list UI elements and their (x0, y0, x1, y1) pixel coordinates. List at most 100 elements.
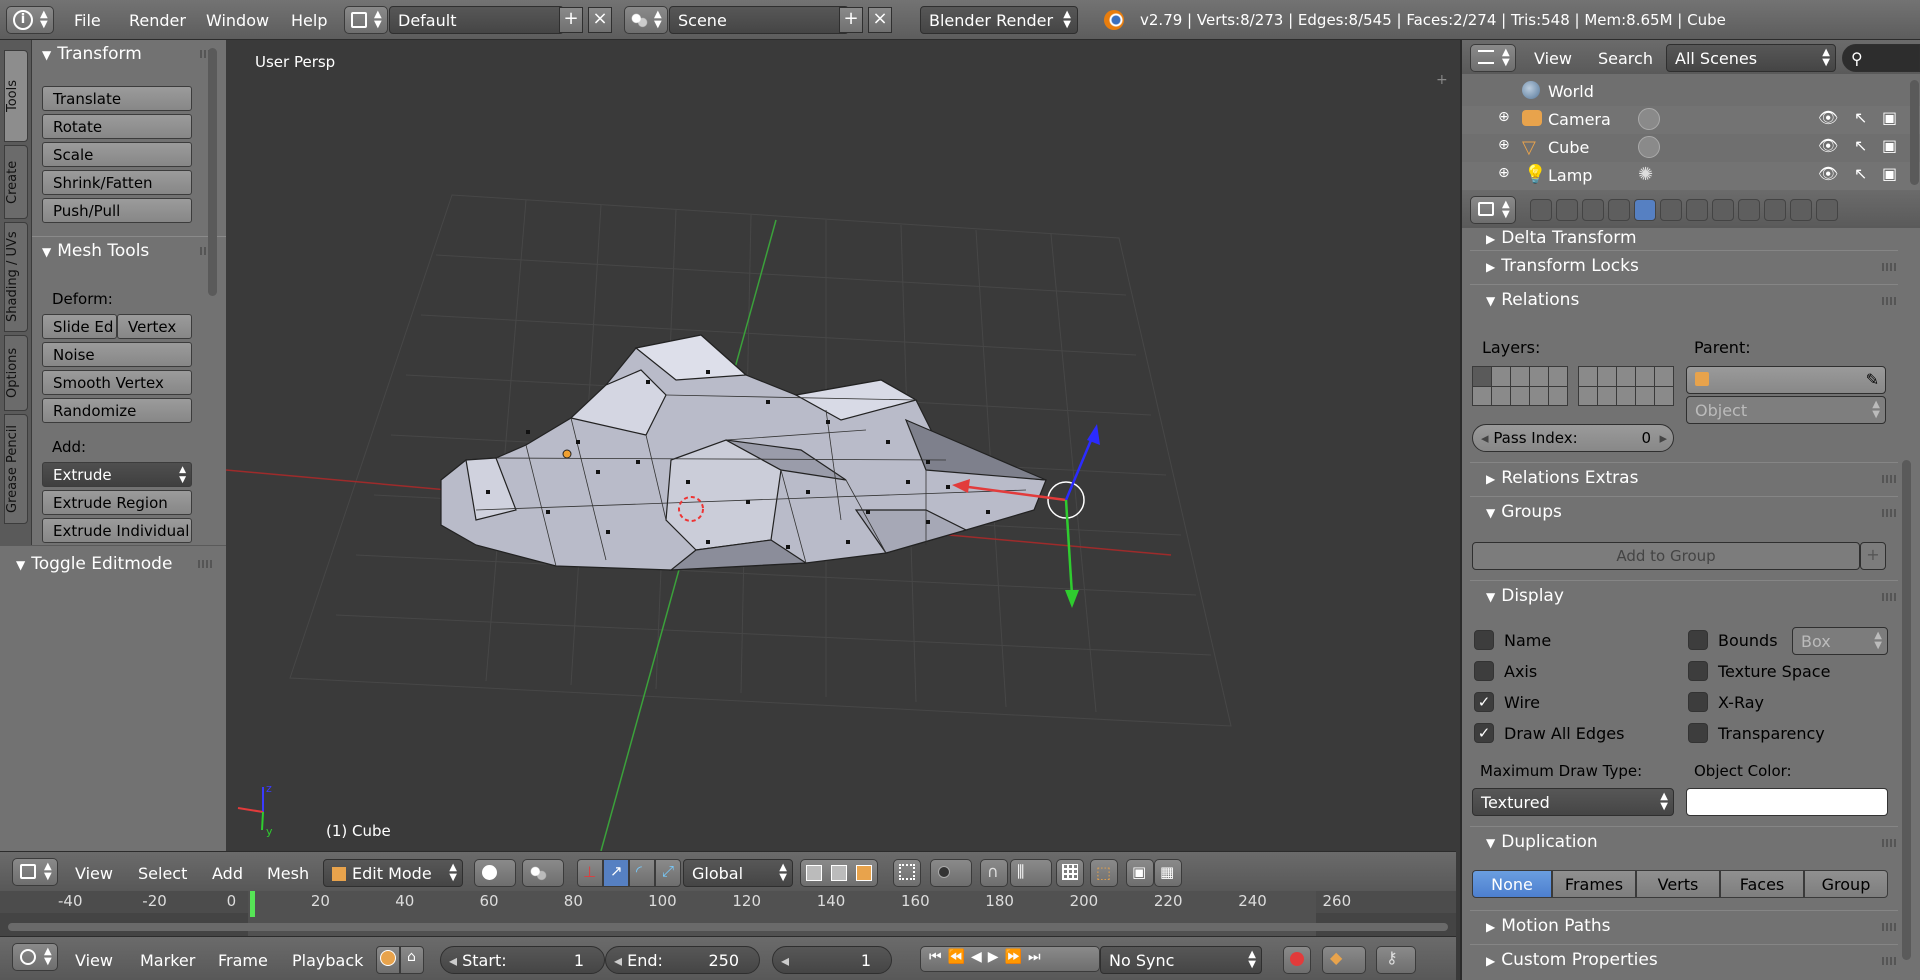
panel-grip-icon[interactable] (1882, 839, 1898, 847)
tab-grease-pencil[interactable]: Grease Pencil (4, 414, 28, 524)
noise-button[interactable]: Noise (42, 342, 192, 367)
menu-window[interactable]: Window (206, 11, 269, 30)
render-engine-dropdown[interactable]: Blender Render ▲ ▼ (920, 6, 1078, 34)
timeline-menu-playback[interactable]: Playback (292, 951, 363, 970)
panel-grip-icon[interactable] (1882, 923, 1898, 931)
world-tab-icon[interactable] (1608, 199, 1630, 221)
expand-plus-icon[interactable]: ⊕ (1498, 137, 1510, 153)
checkbox-transparency[interactable] (1688, 723, 1708, 743)
expand-plus-icon[interactable]: ⊕ (1498, 109, 1510, 125)
physics-tab-icon[interactable] (1816, 199, 1838, 221)
checkbox-name[interactable] (1474, 630, 1494, 650)
select-cursor-icon[interactable]: ↖ (1854, 108, 1867, 127)
transform-locks-header[interactable]: ▶ Transform Locks (1470, 250, 1898, 280)
outliner-row-cube[interactable]: ⊕ ▽ Cube 👁 ↖ ▣ (1462, 134, 1920, 162)
outliner-display-mode[interactable]: All Scenes ▲ ▼ (1666, 44, 1836, 72)
manipulator-toggle[interactable]: ⊥ (577, 859, 603, 887)
opengl-anim-button[interactable]: ▦ (1154, 859, 1182, 887)
remove-layout-button[interactable]: × (588, 7, 612, 33)
layers-grid-right[interactable] (1578, 366, 1674, 406)
occlude-toggle[interactable] (893, 859, 921, 887)
tab-options[interactable]: Options (4, 335, 28, 411)
timeline-scrollbar[interactable] (8, 923, 1448, 931)
relations-header[interactable]: ▼ Relations (1470, 284, 1898, 314)
dup-frames-button[interactable]: Frames (1552, 870, 1636, 898)
add-scene-button[interactable]: + (839, 7, 863, 33)
outliner-menu-search[interactable]: Search (1598, 49, 1653, 68)
shrink-fatten-button[interactable]: Shrink/Fatten (42, 170, 192, 195)
snap-target-toggle[interactable]: ⬚ (1090, 859, 1118, 887)
timeline-menu-frame[interactable]: Frame (218, 951, 268, 970)
3d-viewport[interactable]: z y User Persp (1) Cube + (226, 40, 1456, 851)
eyedropper-icon[interactable]: ✎ (1866, 370, 1879, 389)
render-layers-tab-icon[interactable] (1556, 199, 1578, 221)
translate-button[interactable]: Translate (42, 86, 192, 111)
translate-manipulator-toggle[interactable]: ↗ (603, 859, 629, 887)
visibility-eye-icon[interactable]: 👁 (1818, 108, 1838, 127)
panel-grip-icon[interactable] (1882, 475, 1898, 483)
panel-grip-icon[interactable] (1882, 509, 1898, 517)
menu-mesh[interactable]: Mesh (267, 864, 309, 883)
smooth-vertex-button[interactable]: Smooth Vertex (42, 370, 192, 395)
auto-keyframe-toggle[interactable] (1283, 946, 1311, 974)
duplication-header[interactable]: ▼ Duplication (1470, 826, 1898, 856)
dup-faces-button[interactable]: Faces (1720, 870, 1804, 898)
checkbox-x-ray[interactable] (1688, 692, 1708, 712)
extrude-region-button[interactable]: Extrude Region (42, 490, 192, 515)
toggle-editmode-header[interactable]: ▼ Toggle Editmode (6, 550, 232, 578)
extrude-dropdown[interactable]: Extrude ▲ ▼ (42, 462, 192, 487)
checkbox-draw-all-edges[interactable]: ✓ (1474, 723, 1494, 743)
transform-panel-header[interactable]: ▼ Transform (32, 40, 226, 68)
menu-render[interactable]: Render (129, 11, 186, 30)
panel-grip-icon[interactable] (1882, 297, 1898, 305)
current-frame-marker[interactable] (250, 891, 255, 917)
remove-scene-button[interactable]: × (868, 7, 892, 33)
data-tab-icon[interactable] (1712, 199, 1734, 221)
outliner-menu-view[interactable]: View (1534, 49, 1572, 68)
outliner-scrollbar[interactable] (1910, 80, 1919, 185)
end-frame-field[interactable]: ◂ End: 250 (605, 946, 760, 974)
lock-range-toggle[interactable]: ⌂ (400, 946, 424, 974)
dup-group-button[interactable]: Group (1804, 870, 1888, 898)
timeline[interactable]: -40 -20 0 20 40 60 80 100 120 140 160 180 200 220 240 2… (0, 891, 1456, 936)
object-tab-icon[interactable] (1634, 199, 1656, 221)
panel-grip-icon[interactable] (198, 560, 214, 568)
properties-editor-type[interactable]: ▲ ▼ (1470, 196, 1516, 224)
pass-index-field[interactable]: ◂ Pass Index: 0 ▸ (1472, 424, 1674, 452)
select-cursor-icon[interactable]: ↖ (1854, 136, 1867, 155)
current-frame-field[interactable]: ◂ 1 (772, 946, 892, 974)
add-to-group-button[interactable]: Add to Group (1472, 542, 1860, 570)
opengl-render-button[interactable]: ▣ (1126, 859, 1154, 887)
groups-header[interactable]: ▼ Groups (1470, 496, 1898, 526)
outliner-row-world[interactable]: World (1462, 78, 1920, 106)
preview-range-toggle[interactable] (376, 946, 400, 974)
screen-layout-button[interactable]: ▲ ▼ (344, 6, 388, 34)
orientation-dropdown[interactable]: Global ▲ ▼ (683, 859, 793, 887)
motion-paths-header[interactable]: ▶ Motion Paths (1470, 910, 1898, 940)
scale-manipulator-toggle[interactable]: ⤢ (655, 859, 681, 887)
select-mode-buttons[interactable] (800, 859, 878, 887)
parent-type-dropdown[interactable]: Object ▲ ▼ (1686, 396, 1886, 424)
max-draw-type-dropdown[interactable]: Textured ▲ ▼ (1472, 788, 1674, 816)
bounds-type-dropdown[interactable]: Box ▲ ▼ (1792, 627, 1888, 655)
constraints-tab-icon[interactable] (1660, 199, 1682, 221)
viewport-editor-type[interactable]: ▲ ▼ (12, 858, 58, 886)
slide-vertex-button[interactable]: Vertex (117, 314, 192, 339)
playback-controls[interactable]: ⏮⏪◀▶⏩⏭ (920, 946, 1100, 972)
custom-properties-header[interactable]: ▶ Custom Properties (1470, 944, 1898, 974)
visibility-eye-icon[interactable]: 👁 (1818, 164, 1838, 183)
menu-help[interactable]: Help (291, 11, 327, 30)
manipulator-y-arrow[interactable] (1065, 590, 1079, 608)
outliner-editor-type[interactable]: ▲ ▼ (1470, 44, 1516, 72)
checkbox-bounds[interactable] (1688, 630, 1708, 650)
checkbox-texture-space[interactable] (1688, 661, 1708, 681)
sync-dropdown[interactable]: No Sync ▲ ▼ (1100, 946, 1262, 974)
editor-type-button[interactable]: i ▲ ▼ (6, 6, 54, 34)
render-camera-icon[interactable]: ▣ (1882, 108, 1897, 127)
checkbox-axis[interactable] (1474, 661, 1494, 681)
toolshelf-scrollbar[interactable] (208, 48, 217, 296)
checkbox-wire[interactable]: ✓ (1474, 692, 1494, 712)
panel-grip-icon[interactable] (1882, 957, 1898, 965)
rotate-button[interactable]: Rotate (42, 114, 192, 139)
shading-dropdown[interactable] (474, 859, 516, 887)
